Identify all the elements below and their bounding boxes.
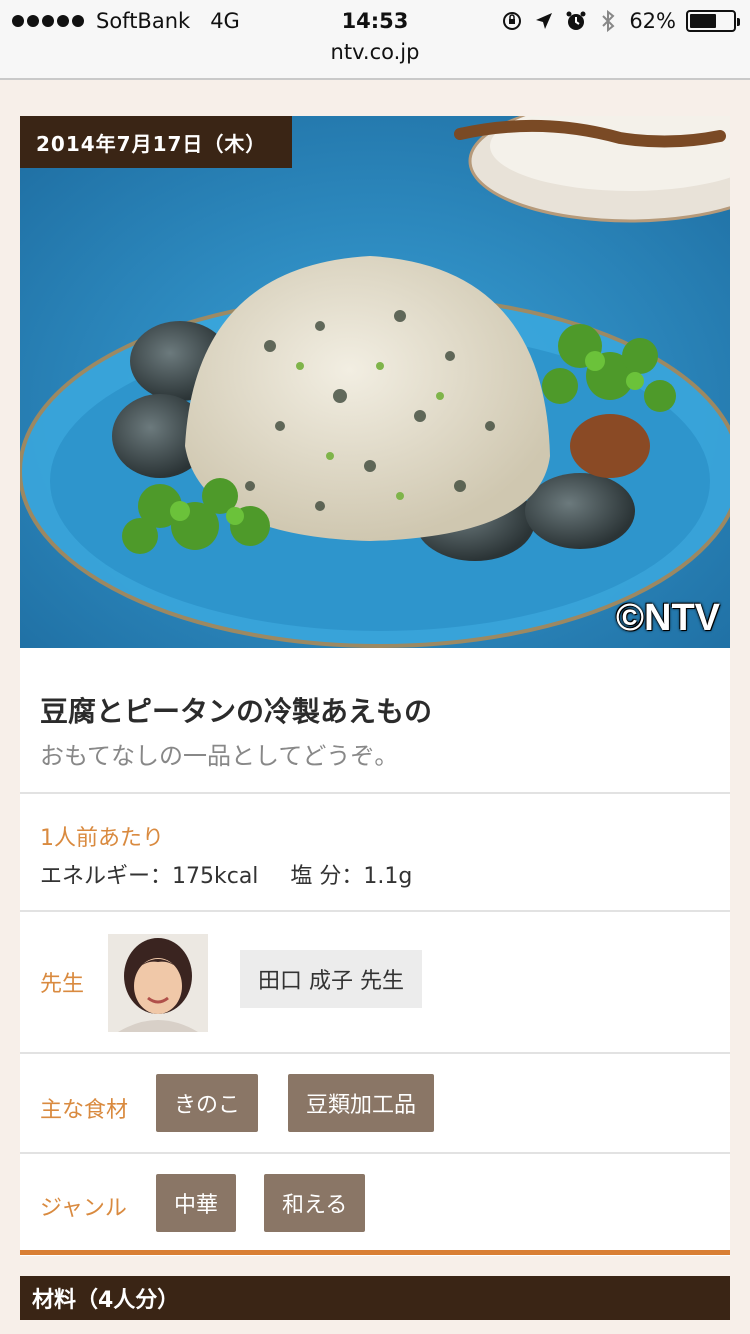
bluetooth-icon <box>597 9 619 33</box>
recipe-card: 2014年7月17日（木） ©NTV 豆腐とピータンの冷製あえもの おもてなしの… <box>20 116 730 1256</box>
genre-label: ジャンル <box>40 1196 127 1221</box>
materials-header: 材料（4人分） <box>20 1276 730 1320</box>
teacher-avatar[interactable] <box>108 934 208 1032</box>
rotation-lock-icon <box>501 10 523 32</box>
ingredient-tag-soy-products[interactable]: 豆類加工品 <box>288 1074 435 1132</box>
nutrition-values: エネルギー：175kcal 塩 分：1.1g <box>40 858 412 890</box>
battery-level-fill <box>690 14 717 28</box>
alarm-clock-icon <box>565 10 587 32</box>
nutrition-section: 1人前あたり エネルギー：175kcal 塩 分：1.1g <box>20 792 730 910</box>
battery-percent: 62% <box>629 9 676 33</box>
recipe-subtitle: おもてなしの一品としてどうぞ。 <box>40 742 399 770</box>
teacher-section: 先生 田口 成子 先生 <box>20 910 730 1052</box>
recipe-title: 豆腐とピータンの冷製あえもの <box>40 695 433 728</box>
genre-section: ジャンル 中華 和える <box>20 1152 730 1252</box>
salt-value: 塩 分：1.1g <box>290 864 413 889</box>
genre-tag-aeru[interactable]: 和える <box>264 1174 366 1232</box>
ingredients-label: 主な食材 <box>40 1098 129 1123</box>
dish-illustration <box>20 116 730 648</box>
genre-tag-chinese[interactable]: 中華 <box>156 1174 237 1232</box>
energy-value: エネルギー：175kcal <box>40 864 259 889</box>
battery-icon <box>686 10 740 32</box>
recipe-photo: 2014年7月17日（木） ©NTV <box>20 116 730 648</box>
teacher-label: 先生 <box>40 972 85 997</box>
location-arrow-icon <box>533 10 555 32</box>
address-bar-url[interactable]: ntv.co.jp <box>0 40 750 64</box>
status-bar: SoftBank 4G 14:53 62% ntv.co.jp <box>0 0 750 80</box>
ingredient-tag-mushroom[interactable]: きのこ <box>156 1074 259 1132</box>
per-serving-label: 1人前あたり <box>40 826 164 851</box>
date-badge: 2014年7月17日（木） <box>20 116 293 168</box>
ingredients-section: 主な食材 きのこ 豆類加工品 <box>20 1052 730 1152</box>
section-divider <box>20 1250 730 1255</box>
teacher-name-button[interactable]: 田口 成子 先生 <box>240 950 422 1008</box>
copyright-watermark: ©NTV <box>616 597 720 639</box>
